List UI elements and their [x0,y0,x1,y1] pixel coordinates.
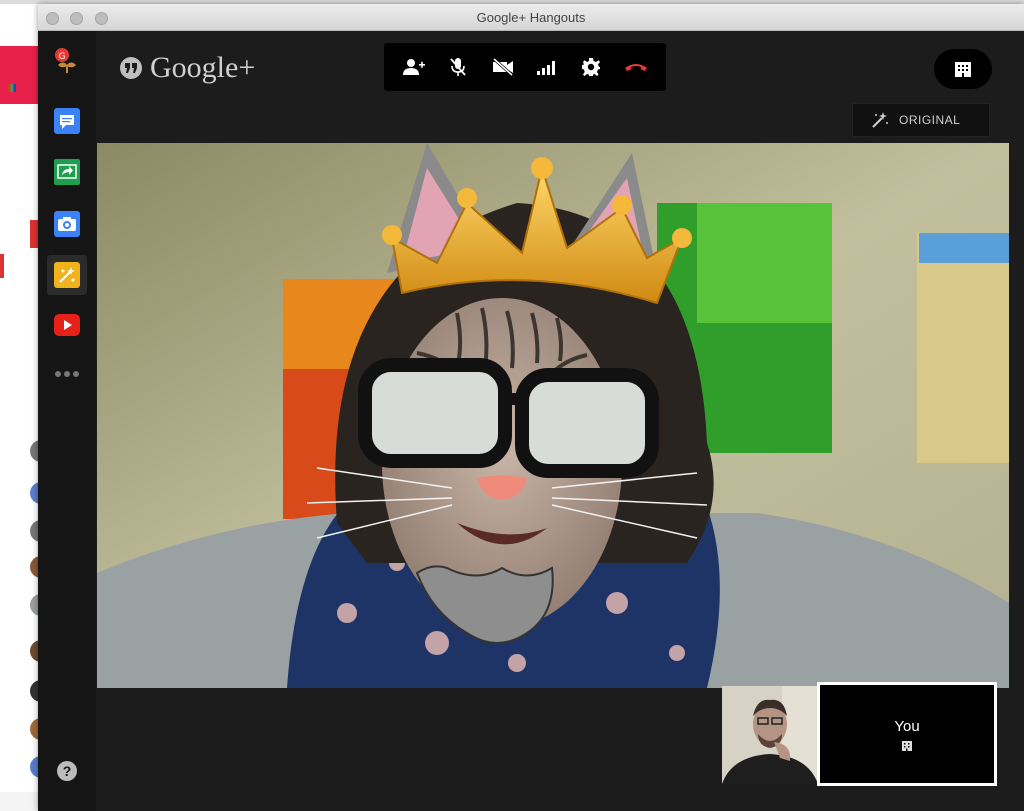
youtube-icon [54,314,80,336]
mute-microphone-button[interactable] [440,49,476,85]
self-view-thumbnail[interactable]: You [817,682,997,786]
original-effect-button[interactable]: ORIGINAL [852,103,990,137]
help-icon[interactable]: ? [57,761,77,781]
hang-up-button[interactable] [618,49,654,85]
signal-bars-icon [537,61,556,75]
hang-up-icon [624,64,647,71]
camera-icon [54,211,80,237]
sidebar-item-capture[interactable] [52,209,82,239]
more-icon [55,371,79,377]
sidebar-item-screenshare[interactable] [52,157,82,187]
building-icon [955,62,971,77]
sidebar-item-hangout-toolbox[interactable]: G [52,45,82,75]
mic-off-icon [450,58,467,76]
apps-shortcut [8,84,38,95]
apps-grid-icon [8,84,16,92]
background-browser-window: ← [0,4,42,811]
sidebar-item-google-effects[interactable] [47,255,87,295]
self-view-label: You [894,718,920,735]
main-video-feed [97,143,1009,688]
gear-icon [582,58,601,76]
participant-thumbnail[interactable] [722,686,818,784]
window-title: Google+ Hangouts [476,10,586,25]
invite-people-button[interactable] [396,49,432,85]
screenshare-icon [54,159,80,185]
sidebar-item-youtube[interactable] [52,310,82,340]
magic-wand-icon [872,112,888,128]
turn-off-camera-button[interactable] [485,49,521,85]
office-view-button[interactable] [934,49,992,89]
mustache-icon: G [55,48,76,73]
add-person-icon [403,59,426,75]
brand-name: Google+ [150,51,256,84]
svg-text:G: G [59,52,66,62]
apps-sidebar: G ? [38,31,96,811]
background-accent-line [0,254,4,278]
video-frame [97,143,1009,688]
settings-button[interactable] [573,49,609,85]
chat-icon [54,108,80,134]
sidebar-item-chat[interactable] [52,106,82,136]
participant-video [722,686,818,784]
camera-off-icon [492,58,513,76]
bandwidth-button[interactable] [529,49,565,85]
back-arrow-icon: ← [8,98,24,115]
hangouts-quote-icon [120,57,142,79]
background-header: ← [0,46,40,115]
sidebar-item-more[interactable] [52,359,82,389]
poster [917,233,1009,463]
title-bar: Google+ Hangouts [38,4,1024,31]
call-toolbar [384,43,666,91]
effects-icon [54,262,80,288]
hangout-header: Google+ ORIGINAL [96,31,1024,143]
google-plus-logo: Google+ [120,51,255,85]
building-icon [902,741,912,751]
original-label: ORIGINAL [899,113,961,127]
